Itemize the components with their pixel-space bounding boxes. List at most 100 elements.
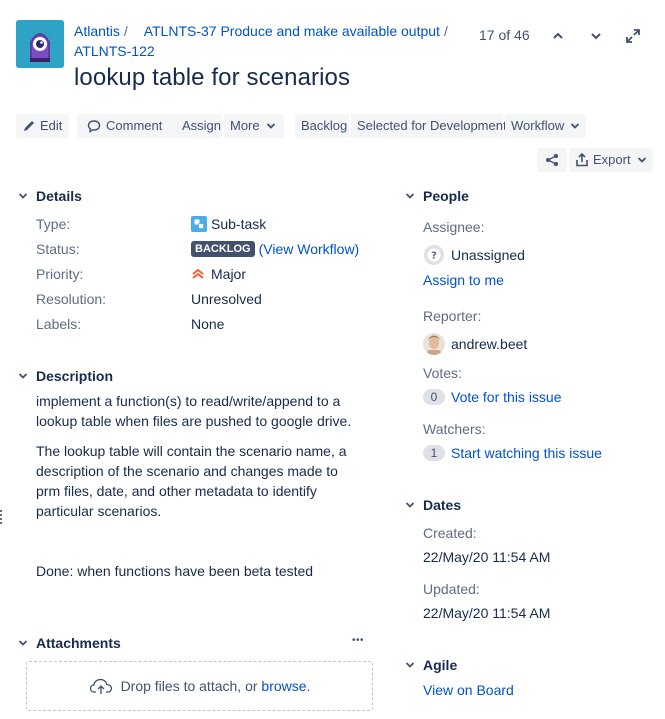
attachments-toggle[interactable]: Attachments xyxy=(16,635,121,651)
comment-button[interactable]: Comment xyxy=(77,114,181,138)
view-on-board-link[interactable]: View on Board xyxy=(423,682,514,698)
assign-to-me-link[interactable]: Assign to me xyxy=(423,272,504,288)
vote-for-issue-link[interactable]: Vote for this issue xyxy=(451,389,562,405)
dropzone-text: Drop files to attach, or xyxy=(120,678,258,694)
chevron-down-icon xyxy=(405,662,415,668)
created-value: 22/May/20 11:54 AM xyxy=(423,549,551,565)
comment-button-label: Comment xyxy=(106,118,163,133)
backlog-transition-button[interactable]: Backlog xyxy=(295,114,349,138)
issue-pager-count: 17 of 46 xyxy=(479,27,530,43)
more-dropdown-label: More xyxy=(230,118,260,133)
workflow-dropdown[interactable]: Workflow xyxy=(505,114,586,138)
attachment-dropzone[interactable]: Drop files to attach, or browse. xyxy=(26,661,373,711)
votes-label: Votes: xyxy=(423,365,462,381)
description-heading: Description xyxy=(36,368,114,384)
description-paragraph: Done: when functions have been beta test… xyxy=(36,563,314,579)
assignee-value[interactable]: ? Unassigned xyxy=(423,244,525,266)
type-value: Sub-task xyxy=(191,216,266,232)
reporter-value-text: andrew.beet xyxy=(451,336,528,352)
assign-button-label: Assign xyxy=(182,118,222,133)
labels-label: Labels: xyxy=(36,316,82,332)
pencil-icon xyxy=(24,121,34,131)
breadcrumb: Atlantis / ATLNTS-37 Produce and make ava… xyxy=(74,21,464,61)
status-value: BACKLOG (View Workflow) xyxy=(191,241,359,257)
breadcrumb-parent-link[interactable]: ATLNTS-37 Produce and make available out… xyxy=(144,23,440,39)
agile-heading: Agile xyxy=(423,657,458,673)
start-watching-link[interactable]: Start watching this issue xyxy=(451,445,602,461)
previous-issue-button[interactable] xyxy=(548,26,568,46)
subtask-icon xyxy=(191,216,207,232)
chevron-down-icon xyxy=(405,502,415,508)
svg-text:?: ? xyxy=(431,251,437,262)
edit-button[interactable]: Edit xyxy=(16,114,69,138)
reporter-label: Reporter: xyxy=(423,308,482,324)
chevron-down-icon xyxy=(18,373,28,379)
status-label: Status: xyxy=(36,241,80,257)
updated-value: 22/May/20 11:54 AM xyxy=(423,605,551,621)
workflow-dropdown-label: Workflow xyxy=(511,118,565,133)
chevron-down-icon xyxy=(266,123,275,129)
type-value-text: Sub-task xyxy=(211,216,267,232)
share-icon xyxy=(546,154,558,166)
selected-for-development-button[interactable]: Selected for Development xyxy=(351,114,507,138)
chevron-down-icon xyxy=(591,33,601,40)
priority-value: Major xyxy=(191,266,246,282)
breadcrumb-issue-key-link[interactable]: ATLNTS-122 xyxy=(74,43,155,59)
expand-button[interactable] xyxy=(623,26,643,46)
attachments-more-button[interactable]: ••• xyxy=(352,635,364,646)
dates-heading: Dates xyxy=(423,497,462,513)
breadcrumb-separator: / xyxy=(123,23,128,39)
assignee-value-text: Unassigned xyxy=(451,247,525,263)
watchers-count-badge: 1 xyxy=(423,445,445,461)
reporter-value[interactable]: andrew.beet xyxy=(423,333,527,355)
drag-handle[interactable] xyxy=(0,510,3,526)
people-toggle[interactable]: People xyxy=(403,188,469,204)
votes-count-badge: 0 xyxy=(423,389,445,405)
expand-icon xyxy=(626,29,640,43)
export-dropdown[interactable]: Export xyxy=(569,148,653,172)
reporter-avatar xyxy=(423,333,445,355)
upload-cloud-icon xyxy=(89,678,112,694)
updated-label: Updated: xyxy=(423,581,480,597)
votes-value: 0 Vote for this issue xyxy=(423,389,562,405)
edit-button-label: Edit xyxy=(40,118,63,133)
chevron-up-icon xyxy=(553,32,563,39)
chevron-down-icon xyxy=(18,193,28,199)
description-toggle[interactable]: Description xyxy=(16,368,113,384)
chevron-down-icon xyxy=(571,123,580,129)
comment-icon xyxy=(87,120,101,133)
chevron-down-icon xyxy=(637,157,646,163)
backlog-button-label: Backlog xyxy=(301,118,348,133)
people-heading: People xyxy=(423,188,469,204)
priority-major-icon xyxy=(192,268,204,279)
watchers-value: 1 Start watching this issue xyxy=(423,445,602,461)
project-logo-icon xyxy=(16,20,64,68)
export-icon xyxy=(576,153,588,167)
resolution-label: Resolution: xyxy=(36,291,107,307)
breadcrumb-separator: / xyxy=(443,23,448,39)
view-workflow-link[interactable]: (View Workflow) xyxy=(259,241,360,257)
attachments-heading: Attachments xyxy=(36,635,121,651)
labels-value[interactable]: None xyxy=(191,316,224,332)
dates-toggle[interactable]: Dates xyxy=(403,497,461,513)
priority-label: Priority: xyxy=(36,266,84,282)
description-body[interactable]: implement a function(s) to read/write/ap… xyxy=(36,391,352,581)
resolution-value: Unresolved xyxy=(191,291,262,307)
project-avatar[interactable] xyxy=(16,20,64,68)
created-label: Created: xyxy=(423,525,477,541)
browse-link[interactable]: browse. xyxy=(261,678,310,694)
unassigned-avatar-icon: ? xyxy=(424,245,444,265)
agile-toggle[interactable]: Agile xyxy=(403,657,457,673)
assign-button[interactable]: Assign xyxy=(176,114,222,138)
export-dropdown-label: Export xyxy=(593,152,631,167)
chevron-down-icon xyxy=(405,193,415,199)
breadcrumb-project-link[interactable]: Atlantis xyxy=(74,23,120,39)
watchers-label: Watchers: xyxy=(423,421,486,437)
more-dropdown[interactable]: More xyxy=(224,114,284,138)
share-button[interactable] xyxy=(537,148,567,172)
next-issue-button[interactable] xyxy=(586,26,606,46)
priority-value-text: Major xyxy=(211,266,247,282)
details-toggle[interactable]: Details xyxy=(16,188,82,204)
type-label: Type: xyxy=(36,216,71,232)
description-paragraph: implement a function(s) to read/write/ap… xyxy=(36,393,352,429)
